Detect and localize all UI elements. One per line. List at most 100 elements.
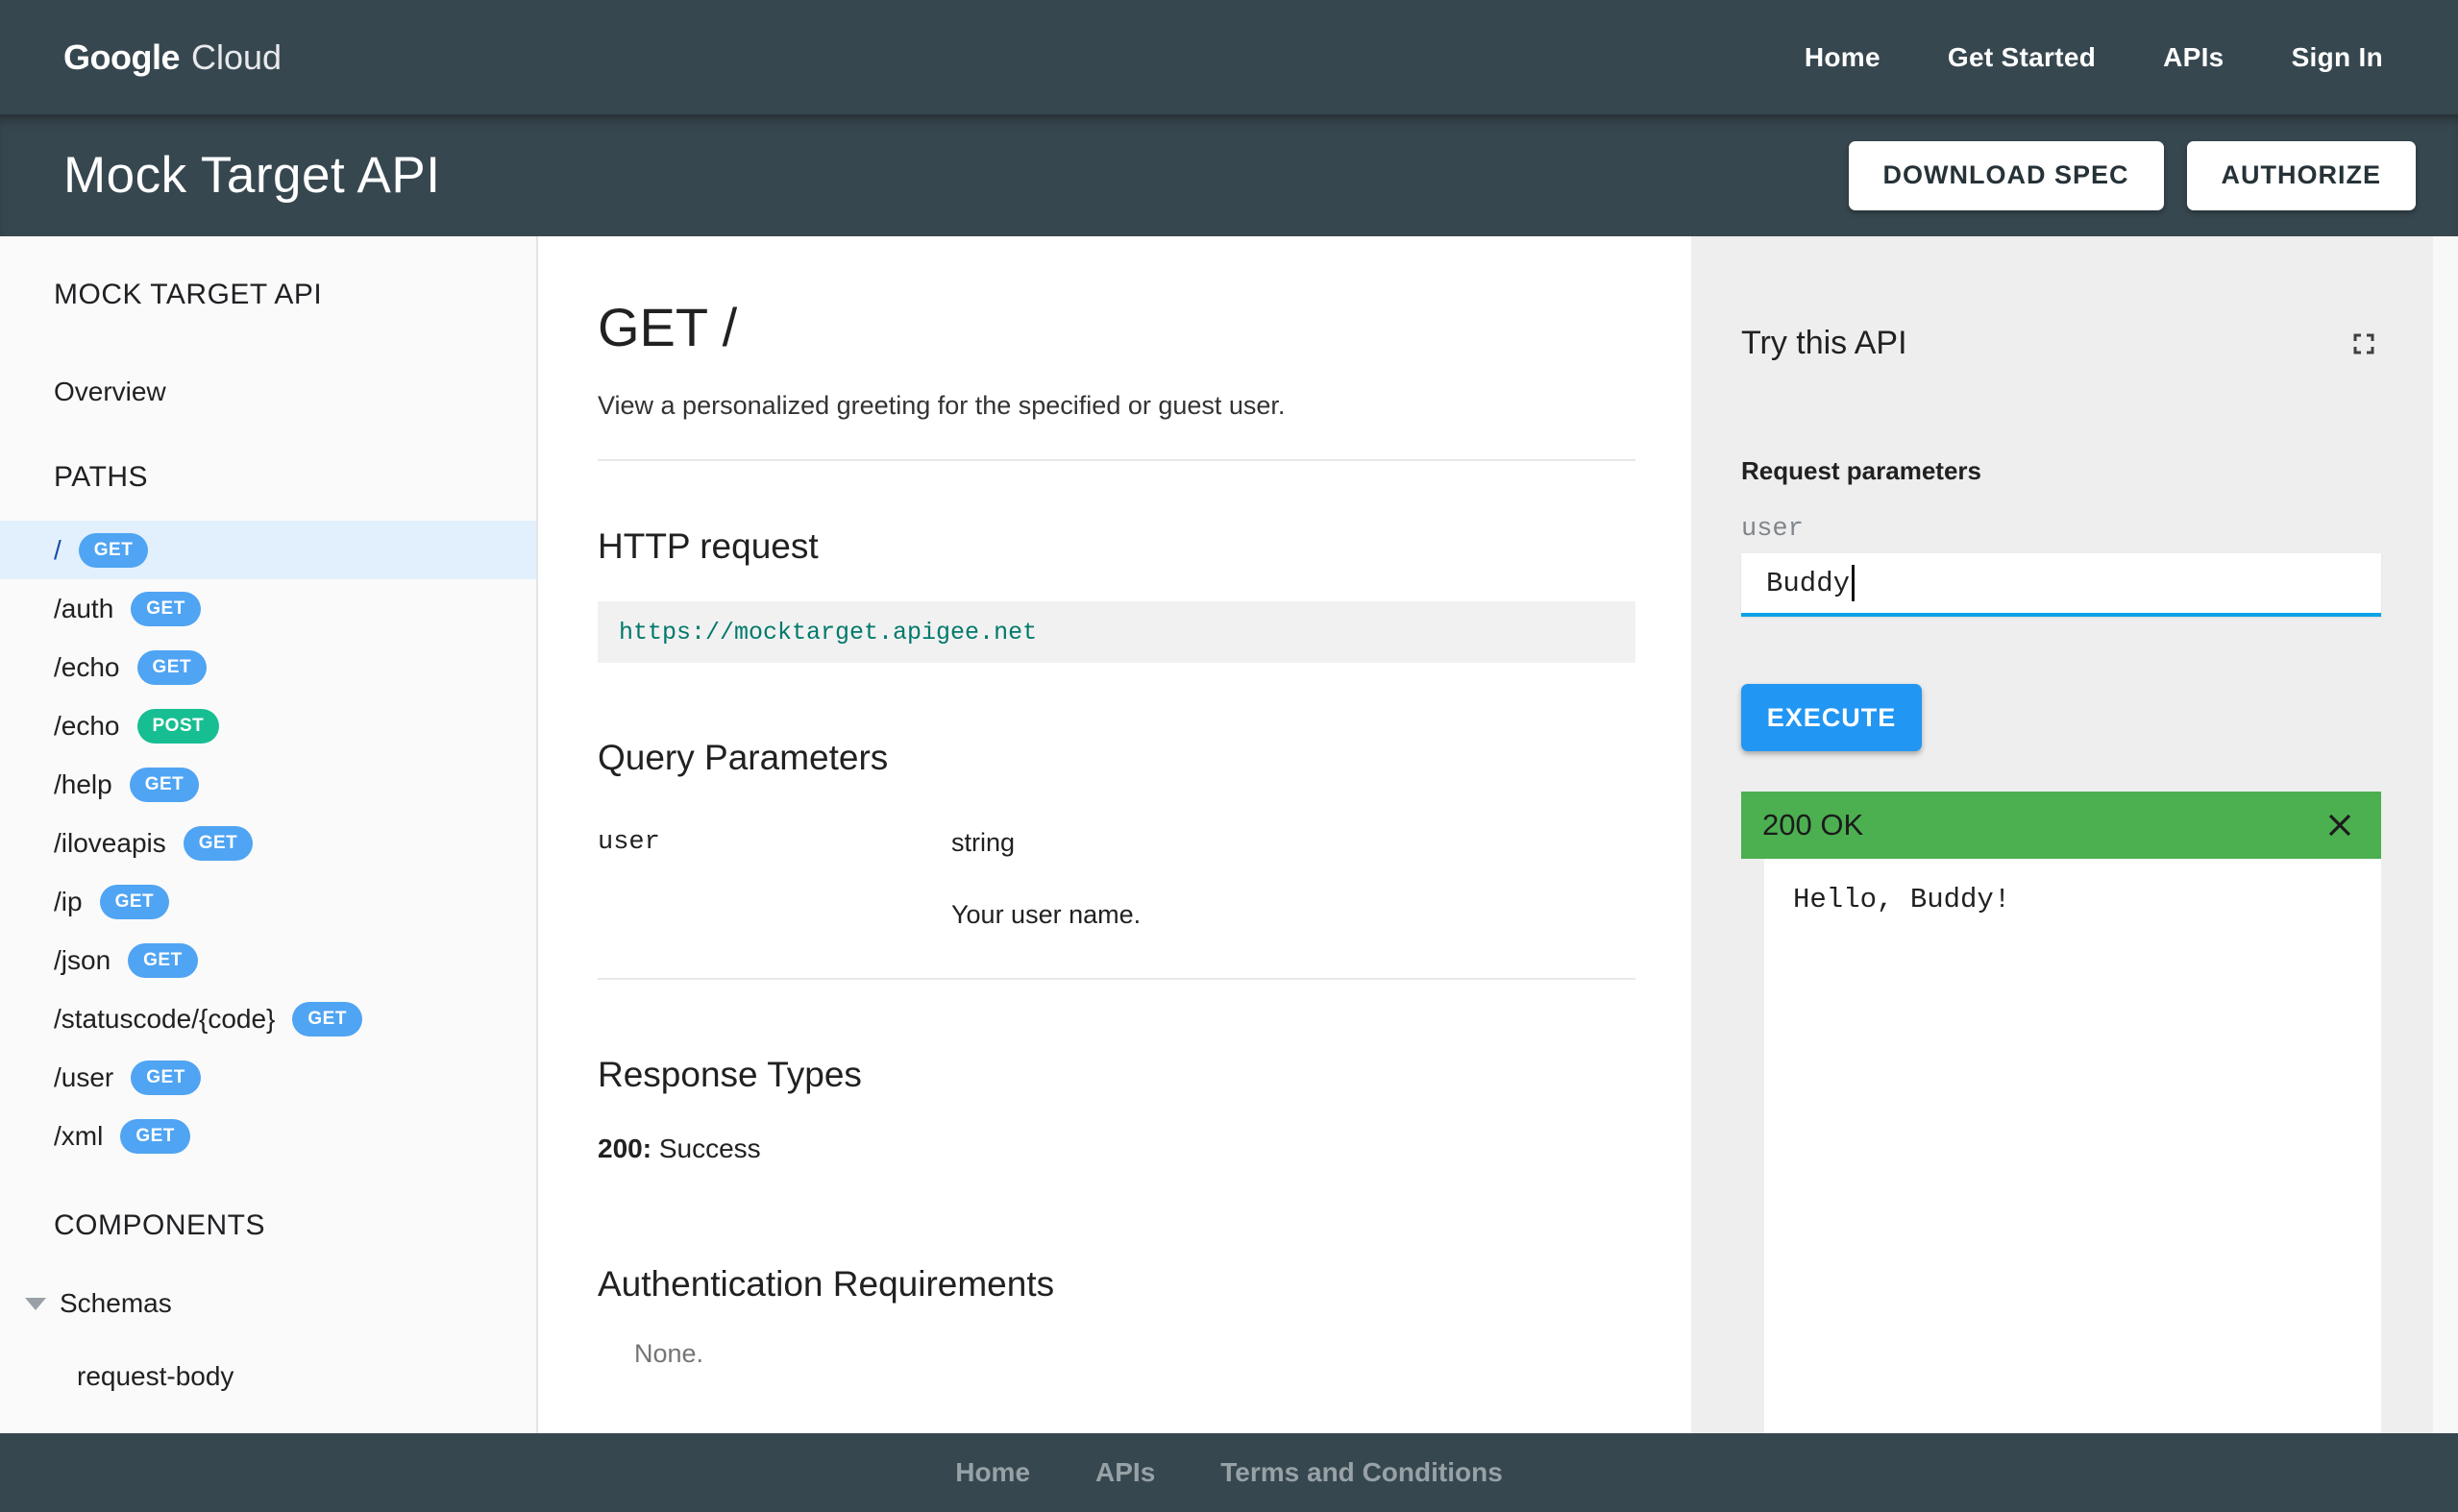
get-method-badge: GET: [131, 1060, 201, 1095]
http-request-url-box: https://mocktarget.apigee.net: [598, 601, 1635, 663]
get-method-badge: GET: [99, 884, 170, 919]
response-type-row: 200: Success: [598, 1134, 1635, 1164]
title-bar-actions: DOWNLOAD SPEC AUTHORIZE: [1848, 140, 2416, 210]
sidebar-path-list: / GET/auth GET/echo GET/echo POST/help GET/il…: [0, 521, 536, 1165]
sidebar: MOCK TARGET API Overview PATHS / GET/auth…: [0, 236, 538, 1433]
try-panel-header: Try this API: [1741, 325, 2381, 362]
response-types-heading: Response Types: [598, 1055, 862, 1094]
param-user-label: user: [1741, 515, 1804, 544]
sidebar-item-user-get[interactable]: /user GET: [0, 1048, 536, 1107]
footer-link-terms-and-conditions[interactable]: Terms and Conditions: [1220, 1457, 1503, 1488]
footer-link-apis[interactable]: APIs: [1095, 1457, 1155, 1488]
path-label: /help: [54, 768, 112, 799]
path-label: /xml: [54, 1120, 104, 1151]
request-parameters-label: Request parameters: [1741, 456, 1981, 485]
text-cursor: [1852, 565, 1856, 601]
query-parameters-table: user string Your user name.: [598, 828, 1635, 930]
nav-link-sign-in[interactable]: Sign In: [2292, 42, 2383, 73]
operation-title: GET /: [598, 297, 738, 357]
param-user-value: Buddy: [1766, 567, 1851, 599]
sidebar-item-get[interactable]: / GET: [0, 521, 536, 579]
sidebar-item-schemas[interactable]: Schemas: [0, 1288, 536, 1319]
try-this-api-panel: Try this API Request parameters user Bud…: [1691, 236, 2458, 1433]
schemas-label: Schemas: [60, 1288, 172, 1318]
nav-link-get-started[interactable]: Get Started: [1948, 42, 2096, 73]
query-param-type: string: [951, 828, 1016, 857]
divider: [598, 459, 1635, 461]
page: Google Cloud Home Get Started APIs Sign In …: [0, 0, 2458, 1512]
response-body-box: Hello, Buddy!: [1764, 859, 2381, 1433]
fullscreen-icon[interactable]: [2347, 327, 2381, 361]
query-param-name: user: [598, 828, 660, 857]
get-method-badge: GET: [129, 767, 200, 802]
get-method-badge: GET: [292, 1001, 362, 1036]
get-method-badge: GET: [183, 825, 254, 861]
top-nav-links: Home Get Started APIs Sign In: [1805, 42, 2383, 73]
path-label: /json: [54, 944, 111, 975]
sidebar-item-json-get[interactable]: /json GET: [0, 931, 536, 989]
sidebar-item-xml-get[interactable]: /xml GET: [0, 1107, 536, 1165]
path-label: /ip: [54, 886, 83, 916]
get-method-badge: GET: [131, 591, 201, 626]
close-icon[interactable]: [2322, 807, 2358, 843]
footer: Home APIs Terms and Conditions: [0, 1433, 2458, 1512]
api-title-bar: Mock Target API DOWNLOAD SPEC AUTHORIZE: [0, 114, 2458, 236]
path-label: /echo: [54, 651, 120, 682]
nav-link-home[interactable]: Home: [1805, 42, 1880, 73]
nav-link-apis[interactable]: APIs: [2163, 42, 2224, 73]
path-label: /: [54, 534, 61, 565]
sidebar-item-statuscode-code-get[interactable]: /statuscode/{code} GET: [0, 989, 536, 1048]
path-label: /statuscode/{code}: [54, 1003, 276, 1034]
sidebar-paths-heading: PATHS: [54, 461, 149, 493]
query-parameters-heading: Query Parameters: [598, 738, 889, 777]
param-user-input[interactable]: Buddy: [1741, 553, 2381, 617]
sidebar-item-overview[interactable]: Overview: [0, 363, 536, 421]
response-status-bar: 200 OK: [1741, 792, 2381, 859]
divider: [598, 978, 1635, 980]
sidebar-item-auth-get[interactable]: /auth GET: [0, 579, 536, 638]
google-cloud-logo[interactable]: Google Cloud: [63, 37, 282, 78]
post-method-badge: POST: [136, 708, 220, 744]
authorize-button[interactable]: AUTHORIZE: [2186, 140, 2416, 210]
sidebar-item-help-get[interactable]: /help GET: [0, 755, 536, 814]
body-region: MOCK TARGET API Overview PATHS / GET/auth…: [0, 236, 2458, 1433]
get-method-badge: GET: [78, 532, 149, 568]
download-spec-button[interactable]: DOWNLOAD SPEC: [1848, 140, 2164, 210]
get-method-badge: GET: [128, 942, 198, 978]
sidebar-item-request-body[interactable]: request-body: [0, 1361, 536, 1392]
operation-detail: GET / View a personalized greeting for t…: [538, 236, 1691, 1433]
sidebar-item-iloveapis-get[interactable]: /iloveapis GET: [0, 814, 536, 872]
sidebar-item-echo-post[interactable]: /echo POST: [0, 696, 536, 755]
auth-requirements-value: None.: [634, 1339, 704, 1368]
response-code: 200:: [598, 1134, 652, 1163]
page-title: Mock Target API: [63, 147, 441, 204]
try-panel-title: Try this API: [1741, 325, 1907, 361]
sidebar-components-heading: COMPONENTS: [54, 1209, 266, 1241]
execute-button[interactable]: EXECUTE: [1741, 684, 1922, 751]
auth-requirements-heading: Authentication Requirements: [598, 1264, 1055, 1304]
try-panel-scrollbar[interactable]: [2433, 236, 2458, 1433]
logo-cloud-text: Cloud: [191, 37, 283, 77]
query-param-row: user string Your user name.: [598, 828, 1635, 930]
query-param-details: string Your user name.: [951, 828, 1141, 930]
top-navigation-bar: Google Cloud Home Get Started APIs Sign In: [0, 0, 2458, 114]
operation-description: View a personalized greeting for the spe…: [598, 391, 1286, 420]
response-body-text: Hello, Buddy!: [1793, 884, 2011, 915]
response-status-text: 200 OK: [1762, 808, 1864, 841]
path-label: /user: [54, 1061, 114, 1092]
sidebar-item-echo-get[interactable]: /echo GET: [0, 638, 536, 696]
sidebar-item-ip-get[interactable]: /ip GET: [0, 872, 536, 931]
chevron-down-icon: [25, 1297, 46, 1310]
get-method-badge: GET: [136, 649, 208, 685]
http-request-heading: HTTP request: [598, 526, 819, 566]
footer-link-home[interactable]: Home: [955, 1457, 1030, 1488]
sidebar-api-title: MOCK TARGET API: [54, 279, 323, 310]
response-label: Success: [658, 1134, 761, 1163]
path-label: /iloveapis: [54, 827, 166, 858]
path-label: /echo: [54, 710, 120, 741]
get-method-badge: GET: [120, 1118, 190, 1154]
path-label: /auth: [54, 593, 114, 623]
base-url: https://mocktarget.apigee.net: [619, 618, 1038, 646]
logo-google-text: Google: [63, 37, 181, 77]
query-param-description: Your user name.: [951, 900, 1142, 929]
